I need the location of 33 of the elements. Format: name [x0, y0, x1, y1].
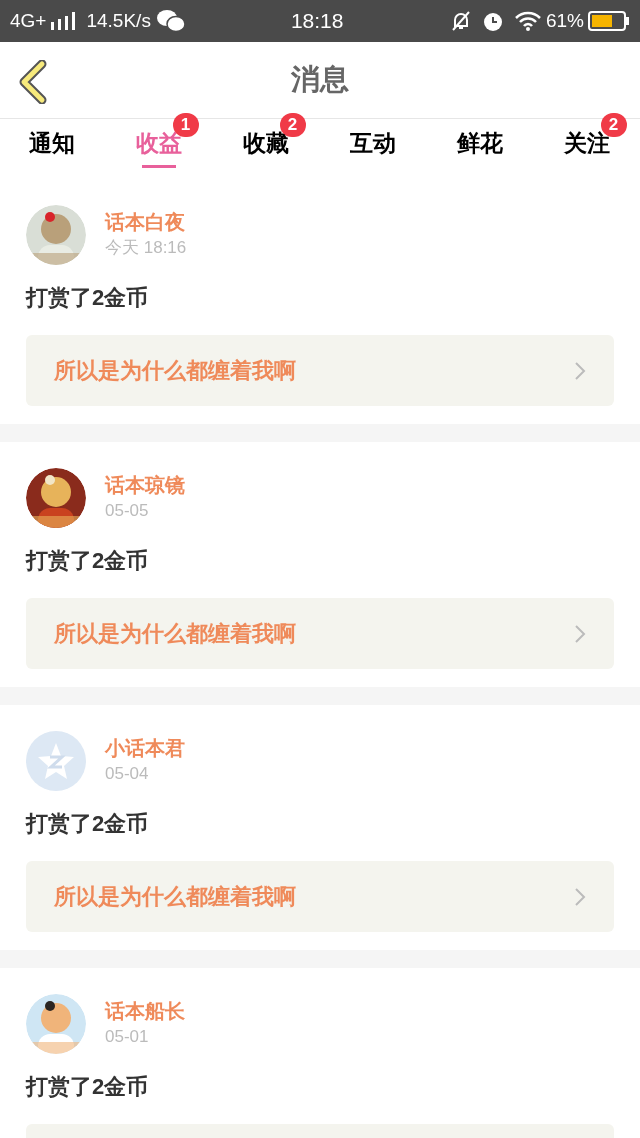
clock: 18:18	[290, 8, 344, 35]
user-name[interactable]: 小话本君	[105, 735, 185, 761]
battery-percent: 61%	[545, 8, 584, 33]
chevron-right-icon	[574, 886, 586, 907]
user-name[interactable]: 话本船长	[105, 998, 185, 1024]
battery-icon	[588, 11, 630, 31]
tab[interactable]: 鲜花	[456, 129, 503, 157]
user-name[interactable]: 话本琼镜	[105, 472, 185, 498]
message-text: 打赏了2金币	[26, 548, 149, 573]
tab[interactable]: 通知	[28, 129, 75, 157]
message-text: 打赏了2金币	[26, 1074, 149, 1099]
story-link[interactable]: 所以是为什么都缠着我啊	[26, 335, 614, 406]
alarm-icon	[481, 10, 504, 32]
story-link[interactable]: 所以是为什么都缠着我啊	[26, 861, 614, 932]
tab[interactable]: 互动	[349, 129, 396, 157]
default-avatar-icon	[26, 731, 86, 791]
message-text: 打赏了2金币	[26, 285, 149, 310]
chat-icon	[156, 9, 185, 33]
wifi-icon	[513, 10, 542, 32]
message-time: 05-04	[105, 763, 150, 785]
page-title: 消息	[291, 62, 349, 98]
message-time: 05-05	[105, 500, 150, 522]
muted-bell-icon	[449, 10, 472, 32]
message-time: 05-01	[105, 1026, 150, 1048]
message-text: 打赏了2金币	[26, 811, 149, 836]
chevron-right-icon	[574, 360, 586, 381]
message-time: 今天 18:16	[105, 237, 187, 259]
story-link[interactable]: 所以是为什么都缠着我啊	[26, 598, 614, 669]
signal-icon	[50, 12, 77, 30]
chevron-right-icon	[574, 623, 586, 644]
network-speed: 14.5K/s	[86, 8, 151, 33]
network-type: 4G+	[10, 8, 47, 33]
user-name[interactable]: 话本白夜	[105, 209, 187, 235]
